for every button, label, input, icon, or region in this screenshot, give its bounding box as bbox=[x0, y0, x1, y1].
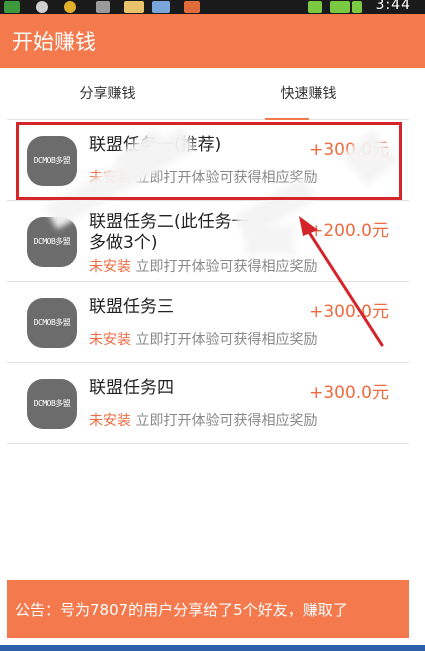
app-notification-icon bbox=[4, 1, 20, 13]
bottom-strip bbox=[0, 645, 425, 651]
task-desc: 立即打开体验可获得相应奖励 bbox=[135, 413, 318, 429]
task-item-3[interactable]: DCMOB多盟 联盟任务三 +300.0元 未安装 立即打开体验可获得相应奖励 bbox=[7, 283, 409, 363]
task-status: 未安装 bbox=[89, 413, 131, 429]
task-status-line: 未安装 立即打开体验可获得相应奖励 bbox=[89, 329, 317, 349]
icon-brand-text: DCMOB多盟 bbox=[33, 237, 71, 246]
icon-brand-text: DCMOB多盟 bbox=[33, 399, 71, 408]
redaction-blur bbox=[245, 225, 295, 255]
status-bar: 3:44 bbox=[0, 0, 425, 14]
dcmob-icon: DCMOB多盟 bbox=[27, 298, 77, 348]
task-desc: 立即打开体验可获得相应奖励 bbox=[135, 332, 318, 348]
notice-text: 公告：号为7807的用户分享给了5个好友，赚取了 bbox=[15, 601, 348, 619]
gallery-icon bbox=[96, 1, 110, 13]
tab-fast-earn[interactable]: 快速赚钱 bbox=[208, 68, 409, 120]
dcmob-icon: DCMOB多盟 bbox=[27, 379, 77, 429]
page-title: 开始赚钱 bbox=[12, 30, 96, 54]
task-status-line: 未安装 立即打开体验可获得相应奖励 bbox=[89, 410, 317, 430]
task-item-4[interactable]: DCMOB多盟 联盟任务四 +300.0元 未安装 立即打开体验可获得相应奖励 bbox=[7, 364, 409, 444]
dcmob-icon: DCMOB多盟 bbox=[27, 217, 77, 267]
task-status-line: 未安装 立即打开体验可获得相应奖励 bbox=[89, 256, 317, 276]
signal-icon bbox=[330, 1, 350, 13]
task-reward: +200.0元 bbox=[309, 221, 389, 241]
wifi-icon bbox=[308, 1, 322, 13]
message-icon bbox=[124, 1, 144, 13]
tab-share-earn[interactable]: 分享赚钱 bbox=[7, 68, 208, 120]
tab-bar: 分享赚钱 快速赚钱 bbox=[7, 68, 409, 120]
search-icon bbox=[36, 1, 48, 13]
app-bar: 开始赚钱 bbox=[0, 14, 425, 68]
task-name-line2: 多做3个) bbox=[89, 233, 158, 253]
app-icon bbox=[152, 1, 170, 13]
task-status: 未安装 bbox=[89, 259, 131, 275]
notice-bar: 公告：号为7807的用户分享给了5个好友，赚取了 bbox=[7, 580, 409, 638]
icon-brand-text: DCMOB多盟 bbox=[33, 318, 71, 327]
gallery-icon bbox=[184, 1, 200, 13]
coin-icon bbox=[64, 1, 76, 13]
tab-active-indicator bbox=[265, 118, 309, 120]
task-name: 联盟任务四 bbox=[89, 378, 174, 398]
task-name: 联盟任务三 bbox=[89, 297, 174, 317]
battery-icon bbox=[352, 1, 362, 13]
highlight-box bbox=[16, 122, 402, 200]
status-time: 3:44 bbox=[375, 0, 411, 13]
task-reward: +300.0元 bbox=[309, 302, 389, 322]
task-desc: 立即打开体验可获得相应奖励 bbox=[135, 259, 318, 275]
task-reward: +300.0元 bbox=[309, 383, 389, 403]
task-name-line1: 联盟任务二(此任务一 bbox=[89, 212, 249, 232]
task-status: 未安装 bbox=[89, 332, 131, 348]
